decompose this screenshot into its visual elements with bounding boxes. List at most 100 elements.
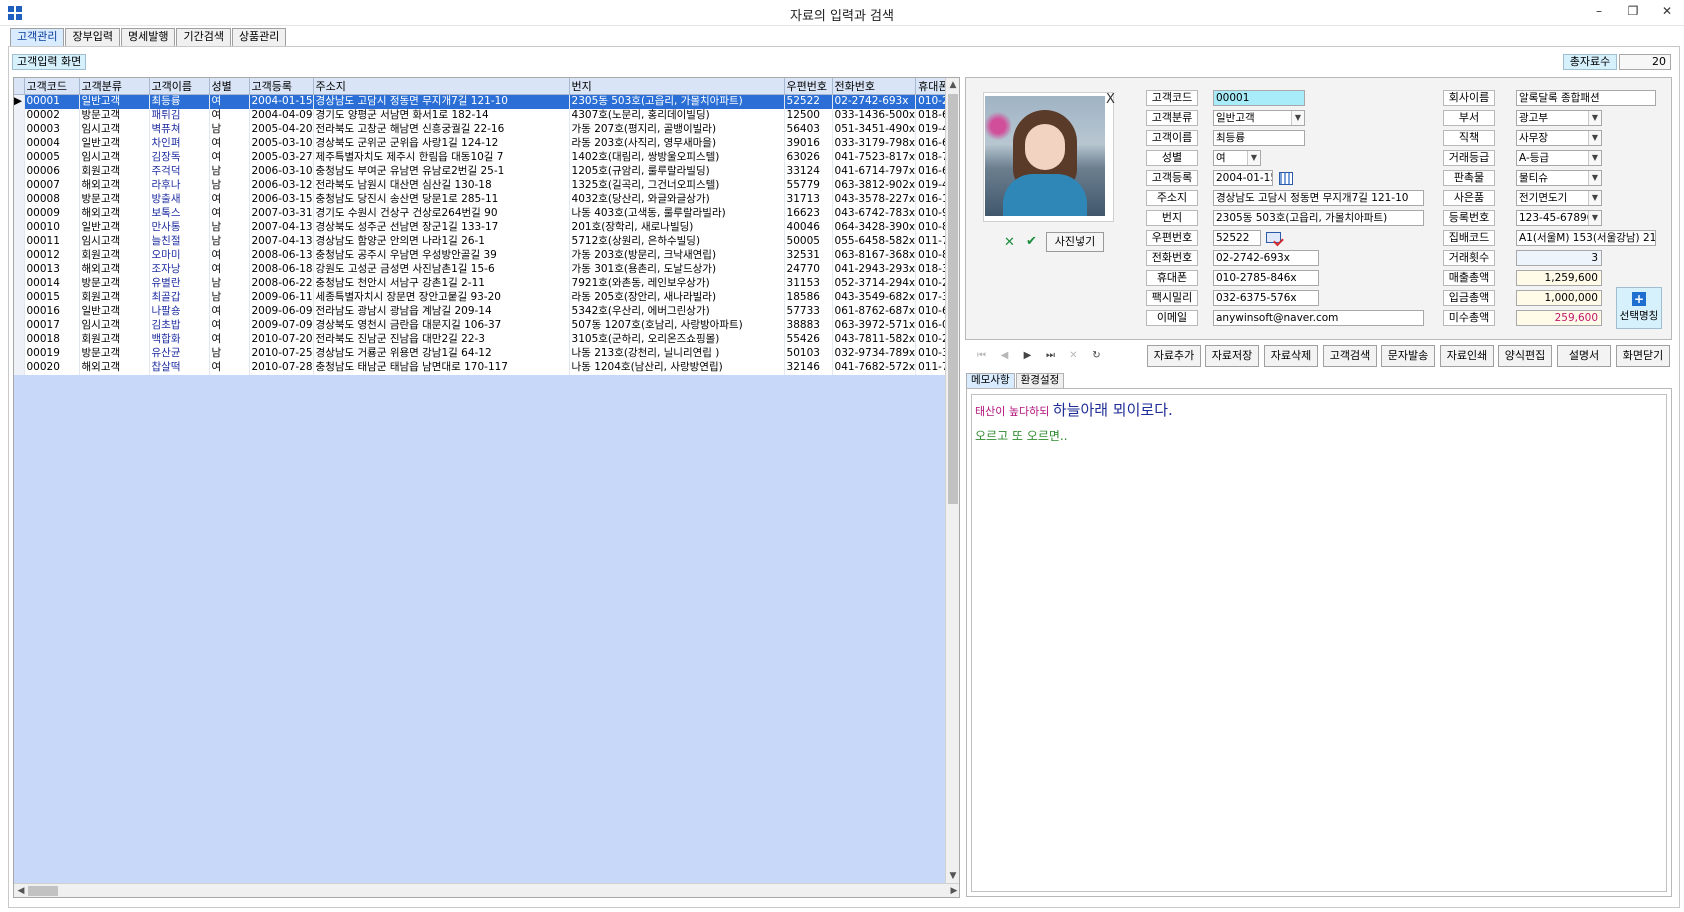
cell-gender[interactable]: 남 <box>209 164 250 179</box>
cell-code[interactable]: 00010 <box>24 220 80 235</box>
col-header-phone[interactable]: 전화번호 <box>832 78 917 95</box>
cell-gender[interactable]: 여 <box>209 150 250 165</box>
cell-name[interactable]: 조자낭 <box>149 262 210 277</box>
cell-register[interactable]: 2006-03-12 <box>249 178 314 193</box>
cell-register[interactable]: 2008-06-22 <box>249 276 314 291</box>
tab-product[interactable]: 상품관리 <box>231 28 287 46</box>
cell-phone[interactable]: 02-2742-693x <box>832 94 917 109</box>
table-row[interactable]: 00015 회원고객 최골갑 남 2009-06-11 세종특별자치시 장문면 장안고뭍길… <box>14 290 950 305</box>
cell-gender[interactable]: 여 <box>209 360 250 375</box>
edit-form-button[interactable]: 양식편집 <box>1498 345 1552 367</box>
cell-address[interactable]: 충청남도 천안시 서남구 강촌1길 2-11 <box>313 276 570 291</box>
row-indicator[interactable] <box>14 290 25 305</box>
reg-number-select[interactable]: 123-45-67890 ▼ <box>1516 210 1602 226</box>
cell-postal[interactable]: 63026 <box>784 150 833 165</box>
row-indicator[interactable] <box>14 346 25 361</box>
memo-textarea[interactable]: 태산이 높다하되 하늘아래 뫼이로다. 오르고 또 오르면.. <box>971 394 1667 892</box>
row-indicator[interactable] <box>14 360 25 375</box>
due-total-input[interactable]: 259,600 <box>1516 310 1602 326</box>
cell-category[interactable]: 방문고객 <box>79 276 150 291</box>
row-indicator[interactable] <box>14 192 25 207</box>
cell-postal[interactable]: 55779 <box>784 178 833 193</box>
table-row[interactable]: 00009 해외고객 보톡스 여 2007-03-31 경기도 수원시 건상구 건상로26… <box>14 206 950 221</box>
cell-gender[interactable]: 남 <box>209 276 250 291</box>
cell-name[interactable]: 만사통 <box>149 220 210 235</box>
first-record-icon[interactable]: ⏮ <box>970 349 993 363</box>
table-row[interactable]: 00020 해외고객 찹살떡 여 2010-07-28 충청남도 태남군 태남읍 남면대로… <box>14 360 950 375</box>
minimize-icon[interactable]: – <box>1582 0 1616 22</box>
row-indicator[interactable] <box>14 220 25 235</box>
col-header-gender[interactable]: 성별 <box>209 78 250 95</box>
cell-register[interactable]: 2010-07-28 <box>249 360 314 375</box>
cell-address-detail[interactable]: 507동 1207호(호남리, 사랑방아파트) <box>569 318 785 333</box>
cell-category[interactable]: 임시고객 <box>79 234 150 249</box>
col-header-address-detail[interactable]: 번지 <box>569 78 785 95</box>
cell-phone[interactable]: 041-6714-797x <box>832 164 917 179</box>
cell-address[interactable]: 경상남도 고담시 정동면 무지개7길 121-10 <box>313 94 570 109</box>
customer-photo[interactable] <box>985 96 1105 216</box>
cell-name[interactable]: 라후나 <box>149 178 210 193</box>
table-row[interactable]: 00010 일반고객 만사통 남 2007-04-13 경상북도 성주군 선남면 장군1길… <box>14 220 950 235</box>
cell-code[interactable]: 00018 <box>24 332 80 347</box>
chevron-down-icon[interactable]: ▼ <box>1588 191 1601 205</box>
cell-phone[interactable]: 043-3578-227x <box>832 192 917 207</box>
tab-settings[interactable]: 환경설정 <box>1015 373 1065 388</box>
cell-name[interactable]: 최등륭 <box>149 94 210 109</box>
table-row[interactable]: 00014 방문고객 유별란 남 2008-06-22 충청남도 천안시 서남구 강촌1길… <box>14 276 950 291</box>
cell-address[interactable]: 충청남도 공주시 우남면 우성방안골길 39 <box>313 248 570 263</box>
cell-category[interactable]: 해외고객 <box>79 178 150 193</box>
cell-address-detail[interactable]: 나동 1204호(남산리, 사랑방연립) <box>569 360 785 375</box>
row-indicator[interactable]: ▶ <box>14 94 25 109</box>
address-detail-input[interactable]: 2305동 503호(고읍리, 가몰치아파트) <box>1213 210 1424 226</box>
photo-confirm-icon[interactable]: ✔ <box>1026 234 1037 249</box>
row-indicator[interactable] <box>14 318 25 333</box>
cell-postal[interactable]: 31153 <box>784 276 833 291</box>
chevron-down-icon[interactable]: ▼ <box>1247 151 1260 165</box>
cell-name[interactable]: 나팔숑 <box>149 304 210 319</box>
row-indicator[interactable] <box>14 164 25 179</box>
next-record-icon[interactable]: ▶ <box>1016 349 1039 363</box>
register-date-input[interactable]: 2004-01-15 <box>1213 170 1273 186</box>
cell-phone[interactable]: 043-6742-783x <box>832 206 917 221</box>
cell-name[interactable]: 차인펴 <box>149 136 210 151</box>
email-input[interactable]: anywinsoft@naver.com <box>1213 310 1424 326</box>
cell-address-detail[interactable]: 201호(장학리, 새로나빌딩) <box>569 220 785 235</box>
cell-address[interactable]: 경기도 양평군 서남면 화서1로 182-14 <box>313 108 570 123</box>
customer-code-input[interactable]: 00001 <box>1213 90 1305 106</box>
cell-phone[interactable]: 041-7523-817x <box>832 150 917 165</box>
cell-name[interactable]: 최골갑 <box>149 290 210 305</box>
gender-select[interactable]: 여 ▼ <box>1213 150 1261 166</box>
grade-select[interactable]: A-등급 ▼ <box>1516 150 1602 166</box>
cell-category[interactable]: 일반고객 <box>79 304 150 319</box>
cell-gender[interactable]: 여 <box>209 136 250 151</box>
refresh-icon[interactable]: ↻ <box>1085 349 1108 363</box>
cell-address[interactable]: 경상남도 거룡군 위용면 강남1길 64-12 <box>313 346 570 361</box>
cell-name[interactable]: 백합화 <box>149 332 210 347</box>
cell-gender[interactable]: 남 <box>209 178 250 193</box>
cell-register[interactable]: 2010-07-20 <box>249 332 314 347</box>
postal-code-input[interactable]: 52522 <box>1213 230 1261 246</box>
name-input[interactable]: 최등륭 <box>1213 130 1305 146</box>
table-row[interactable]: 00012 회원고객 오마미 여 2008-06-13 충청남도 공주시 우남면 우성방안… <box>14 248 950 263</box>
cell-phone[interactable]: 061-8762-687x <box>832 304 917 319</box>
cell-category[interactable]: 임시고객 <box>79 318 150 333</box>
row-indicator[interactable] <box>14 122 25 137</box>
cell-address-detail[interactable]: 5712호(상원리, 은하수빌딩) <box>569 234 785 249</box>
tab-period-search[interactable]: 기간검색 <box>176 28 231 46</box>
grid-horizontal-scrollbar[interactable]: ◀ ▶ <box>14 883 959 897</box>
cell-code[interactable]: 00001 <box>24 94 80 109</box>
cell-address[interactable]: 전라북도 남원시 대산면 심산길 130-18 <box>313 178 570 193</box>
cell-postal[interactable]: 50005 <box>784 234 833 249</box>
calendar-icon[interactable] <box>1279 172 1293 185</box>
cell-postal[interactable]: 40046 <box>784 220 833 235</box>
cell-register[interactable]: 2007-04-13 <box>249 234 314 249</box>
cell-code[interactable]: 00019 <box>24 346 80 361</box>
cell-register[interactable]: 2010-07-25 <box>249 346 314 361</box>
cell-register[interactable]: 2009-06-09 <box>249 304 314 319</box>
cell-register[interactable]: 2005-04-20 <box>249 122 314 137</box>
table-row[interactable]: 00006 회원고객 주걱덕 남 2006-03-10 충청남도 부여군 유남면 유남로2… <box>14 164 950 179</box>
tab-statement[interactable]: 명세발행 <box>120 28 176 46</box>
cell-gender[interactable]: 여 <box>209 262 250 277</box>
row-indicator[interactable] <box>14 136 25 151</box>
cell-address[interactable]: 강원도 고성군 금성면 사진남촌1길 15-6 <box>313 262 570 277</box>
